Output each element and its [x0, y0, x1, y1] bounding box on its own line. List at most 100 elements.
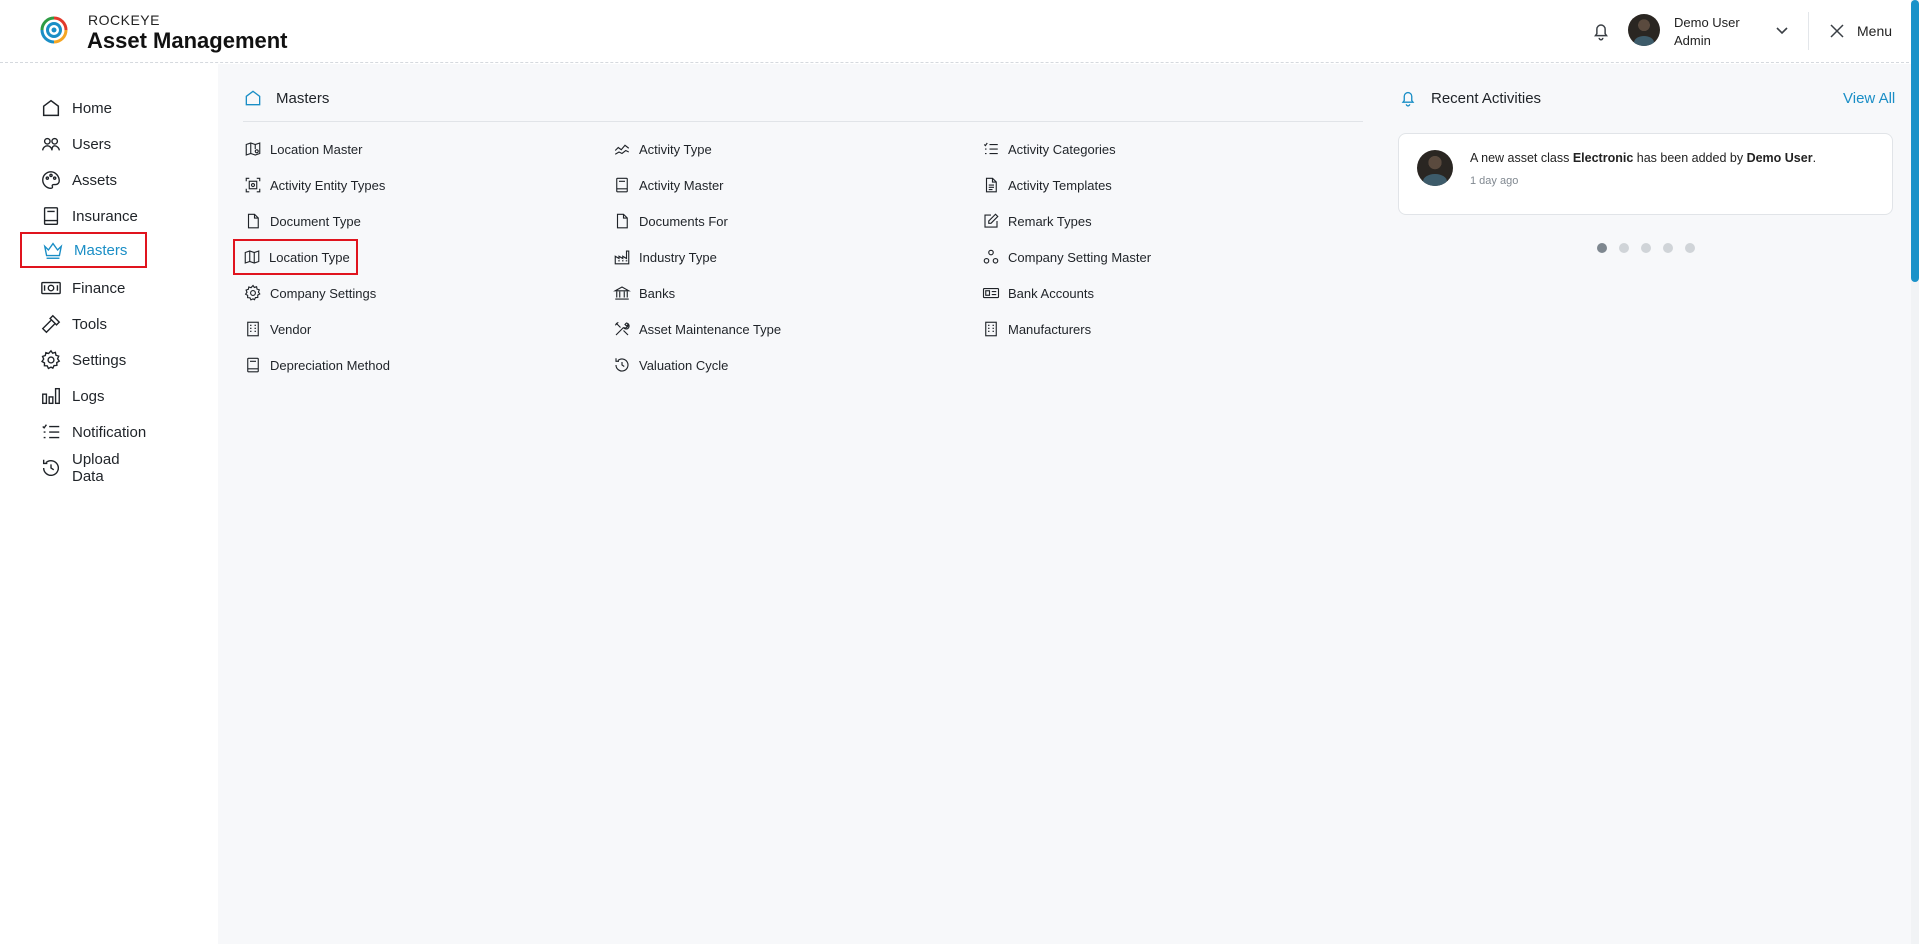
master-activity-categories[interactable]: Activity Categories	[982, 134, 1116, 164]
activity-icon	[614, 144, 630, 155]
master-label: Bank Accounts	[1008, 285, 1094, 301]
sidebar-item-insurance[interactable]: Insurance	[20, 199, 147, 233]
bank-icon	[613, 286, 631, 300]
carousel-dot-1[interactable]	[1597, 243, 1607, 253]
sidebar-item-label: Finance	[72, 279, 126, 297]
master-bank-accounts[interactable]: Bank Accounts	[982, 278, 1094, 308]
sidebar-item-label: Users	[72, 135, 112, 153]
sidebar-item-label: Insurance	[72, 207, 138, 225]
building-icon	[985, 321, 997, 337]
master-asset-maintenance-type[interactable]: Asset Maintenance Type	[613, 314, 781, 344]
master-activity-templates[interactable]: Activity Templates	[982, 170, 1112, 200]
sidebar-item-logs[interactable]: Logs	[20, 379, 147, 413]
rockeye-logo-icon	[40, 16, 68, 44]
view-all-link[interactable]: View All	[1843, 90, 1895, 107]
master-vendor[interactable]: Vendor	[244, 314, 311, 344]
sidebar-item-users[interactable]: Users	[20, 127, 147, 161]
carousel-dot-2[interactable]	[1619, 243, 1629, 253]
master-label: Document Type	[270, 213, 361, 229]
book-icon	[616, 177, 628, 193]
master-remark-types[interactable]: Remark Types	[982, 206, 1092, 236]
sidebar-item-label: Upload Data	[72, 451, 120, 485]
master-documents-for[interactable]: Documents For	[613, 206, 728, 236]
master-label: Banks	[639, 285, 676, 301]
scrollbar-thumb[interactable]	[1911, 0, 1919, 282]
master-label: Remark Types	[1008, 213, 1092, 229]
master-document-type[interactable]: Document Type	[244, 206, 361, 236]
file-icon	[247, 213, 259, 229]
activity-middle: has been added by	[1633, 151, 1747, 165]
sidebar-item-tools[interactable]: Tools	[20, 307, 147, 341]
master-label: Activity Entity Types	[270, 177, 386, 193]
list-check-icon	[983, 142, 998, 155]
carousel-dot-4[interactable]	[1663, 243, 1673, 253]
close-icon[interactable]	[1829, 23, 1845, 39]
sidebar-item-label: Tools	[72, 315, 108, 333]
bell-icon[interactable]	[1590, 19, 1612, 43]
master-industry-type[interactable]: Industry Type	[613, 242, 717, 272]
top-header: ROCKEYE Asset Management Demo User Admin…	[0, 0, 1919, 63]
carousel-dot-3[interactable]	[1641, 243, 1651, 253]
avatar	[1417, 150, 1453, 186]
activity-asset: Electronic	[1572, 151, 1634, 165]
menu-button[interactable]: Menu	[1857, 23, 1892, 39]
master-activity-entity-types[interactable]: Activity Entity Types	[244, 170, 385, 200]
tools-icon	[614, 321, 630, 336]
sidebar-item-upload-data[interactable]: Upload Data	[20, 451, 147, 485]
master-label: Documents For	[639, 213, 728, 229]
factory-icon	[614, 250, 630, 265]
master-activity-master[interactable]: Activity Master	[613, 170, 724, 200]
section-divider	[243, 121, 1363, 122]
master-valuation-cycle[interactable]: Valuation Cycle	[613, 350, 728, 380]
chevron-down-icon[interactable]	[1774, 22, 1790, 38]
master-banks[interactable]: Banks	[613, 278, 675, 308]
master-label: Company Setting Master	[1008, 249, 1152, 265]
user-role: Admin	[1674, 33, 1711, 48]
sidebar-item-settings[interactable]: Settings	[20, 343, 147, 377]
master-label: Industry Type	[639, 249, 717, 265]
master-company-settings[interactable]: Company Settings	[244, 278, 376, 308]
home-icon	[42, 99, 60, 117]
master-label: Activity Templates	[1008, 177, 1112, 193]
master-manufacturers[interactable]: Manufacturers	[982, 314, 1091, 344]
master-activity-type[interactable]: Activity Type	[613, 134, 712, 164]
activity-text: A new asset class Electronic has been ad…	[1470, 151, 1816, 165]
user-name[interactable]: Demo User	[1674, 15, 1740, 30]
sidebar-item-label: Home	[72, 99, 113, 117]
activity-suffix: .	[1812, 151, 1817, 165]
sidebar-item-finance[interactable]: Finance	[20, 271, 147, 305]
file-text-icon	[985, 177, 997, 193]
master-label: Depreciation Method	[270, 357, 390, 373]
history-icon	[42, 459, 59, 477]
master-location-master[interactable]: Location Master	[244, 134, 363, 164]
master-label: Location Type	[269, 249, 350, 265]
master-label: Vendor	[270, 321, 312, 337]
bar-chart-icon	[42, 387, 60, 405]
shapes-icon	[983, 249, 999, 264]
sidebar-item-masters[interactable]: Masters	[20, 232, 147, 268]
file-icon	[616, 213, 628, 229]
building-icon	[247, 321, 259, 337]
sidebar-item-label: Notification	[72, 423, 147, 441]
edit-icon	[984, 213, 999, 228]
master-label: Activity Master	[639, 177, 724, 193]
bell-icon	[1401, 91, 1415, 107]
master-company-setting-master[interactable]: Company Setting Master	[982, 242, 1151, 272]
carousel-dot-5[interactable]	[1685, 243, 1695, 253]
master-depreciation-method[interactable]: Depreciation Method	[244, 350, 390, 380]
palette-icon	[42, 171, 60, 189]
avatar[interactable]	[1628, 14, 1660, 46]
sidebar-item-home[interactable]: Home	[20, 91, 147, 125]
master-label: Activity Type	[639, 141, 712, 157]
activity-time: 1 day ago	[1470, 175, 1519, 187]
activity-card	[1398, 133, 1893, 215]
sidebar-item-assets[interactable]: Assets	[20, 163, 147, 197]
master-label: Location Master	[270, 141, 363, 157]
history-icon	[615, 358, 629, 372]
users-icon	[42, 137, 60, 151]
sidebar-item-label: Masters	[74, 241, 128, 259]
banknote-icon	[41, 281, 61, 295]
master-location-type[interactable]: Location Type	[233, 239, 358, 275]
sidebar-item-notification[interactable]: Notification	[20, 415, 147, 449]
list-check-icon	[42, 424, 60, 439]
